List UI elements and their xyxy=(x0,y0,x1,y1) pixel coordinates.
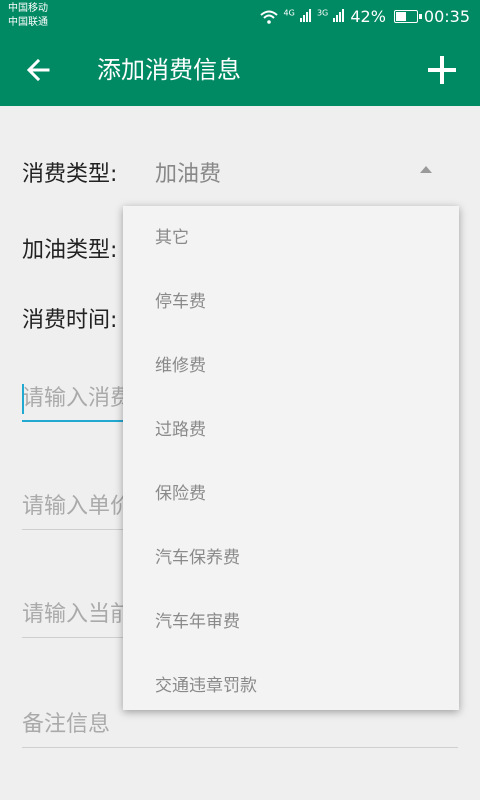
dropdown-option[interactable]: 维修费 xyxy=(123,334,459,398)
battery-icon xyxy=(393,10,422,23)
app-bar: 添加消费信息 xyxy=(0,34,480,106)
expense-type-label: 消费类型: xyxy=(22,162,118,187)
dropdown-option[interactable]: 交通违章罚款 xyxy=(123,654,459,718)
page-title: 添加消费信息 xyxy=(97,56,241,84)
signal-bars-1-icon xyxy=(299,8,311,22)
clock: 00:35 xyxy=(423,7,470,26)
plus-icon[interactable] xyxy=(420,48,464,92)
expense-type-dropdown: 其它 停车费 维修费 过路费 保险费 汽车保养费 汽车年审费 交通违章罚款 xyxy=(123,206,459,710)
signal-2: 3G xyxy=(316,7,345,26)
status-icons: 4G 3G 42% 00:35 xyxy=(259,7,470,26)
carrier-info: 中国移动 中国联通 xyxy=(8,2,48,30)
expense-time-label: 消费时间: xyxy=(22,308,118,333)
signal-bars-2-icon xyxy=(333,8,345,22)
fuel-type-label: 加油类型: xyxy=(22,238,118,263)
dropdown-option[interactable]: 其它 xyxy=(123,206,459,270)
dropdown-option[interactable]: 汽车年审费 xyxy=(123,590,459,654)
wifi-icon xyxy=(259,10,278,24)
dropdown-option[interactable]: 停车费 xyxy=(123,270,459,334)
text-cursor xyxy=(22,384,24,414)
dropdown-option[interactable]: 过路费 xyxy=(123,398,459,462)
remark-underline xyxy=(22,747,458,748)
dropdown-option[interactable]: 汽车保养费 xyxy=(123,526,459,590)
network-type-1: 4G xyxy=(283,8,295,18)
back-arrow-icon[interactable] xyxy=(20,50,60,90)
network-type-2: 3G xyxy=(316,8,329,18)
battery-percent: 42% xyxy=(350,7,386,26)
carrier-1: 中国移动 xyxy=(8,3,48,14)
dropdown-option[interactable]: 保险费 xyxy=(123,462,459,526)
signal-1: 4G xyxy=(284,7,311,26)
caret-up-icon[interactable] xyxy=(420,166,432,173)
status-bar: 中国移动 中国联通 4G 3G 42% 00:35 xyxy=(0,0,480,34)
carrier-2: 中国联通 xyxy=(8,17,48,28)
expense-type-select[interactable]: 加油费 xyxy=(155,156,221,188)
